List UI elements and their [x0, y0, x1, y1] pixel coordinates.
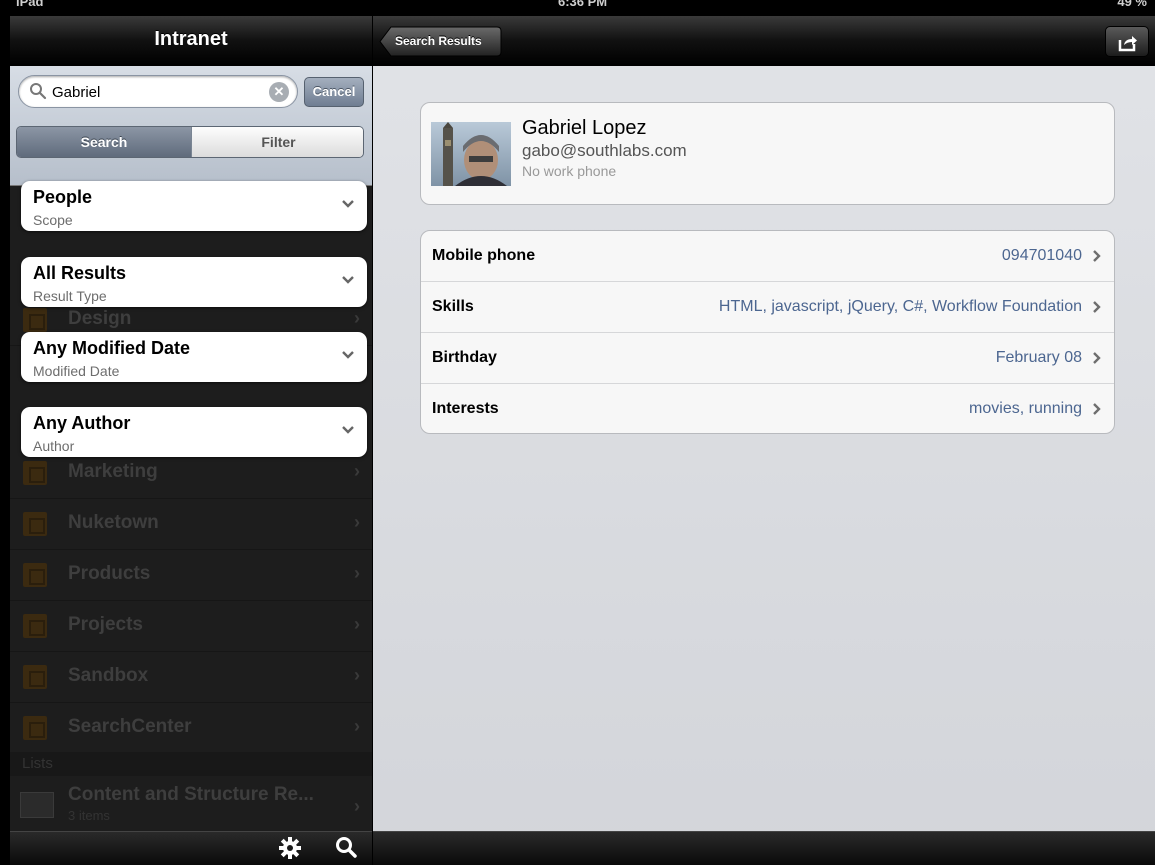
- master-title: Intranet: [154, 28, 228, 50]
- site-row-projects[interactable]: Projects ›: [10, 601, 372, 652]
- detail-pane: Search Results Gabriel Lopez gabo@southl…: [373, 16, 1155, 865]
- site-label: Products: [68, 563, 151, 584]
- detail-value: February 08: [995, 349, 1082, 366]
- clear-icon[interactable]: ✕: [269, 82, 289, 102]
- site-icon: [23, 308, 47, 332]
- detail-navigation-bar: Search Results: [373, 16, 1155, 66]
- master-pane: Intranet Design › Marketing › Nuketown ›…: [10, 16, 372, 865]
- filter-value: All Results: [33, 263, 127, 283]
- status-time: 6:36 PM: [558, 0, 608, 9]
- segment-search[interactable]: Search: [17, 127, 191, 157]
- site-row-searchcenter[interactable]: SearchCenter ›: [10, 703, 372, 754]
- filter-label: Result Type: [33, 288, 107, 304]
- site-label: Sandbox: [68, 665, 149, 686]
- detail-value: 094701040: [1001, 247, 1082, 264]
- avatar: [431, 122, 511, 186]
- filter-label: Author: [33, 438, 75, 454]
- site-icon: [23, 563, 47, 587]
- chevron-right-icon: ›: [354, 665, 360, 685]
- site-label: Design: [68, 308, 132, 329]
- detail-value: HTML, javascript, jQuery, C#, Workflow F…: [718, 298, 1082, 315]
- detail-value: movies, running: [969, 400, 1082, 417]
- search-input[interactable]: Gabriel ✕: [18, 75, 298, 108]
- chevron-right-icon: ›: [354, 563, 360, 583]
- filter-value: People: [33, 187, 93, 207]
- site-row-sandbox[interactable]: Sandbox ›: [10, 652, 372, 703]
- device-bezel: [0, 0, 10, 865]
- share-button[interactable]: [1105, 26, 1149, 57]
- status-carrier: iPad: [16, 0, 44, 9]
- search-value: Gabriel: [52, 84, 101, 101]
- detail-toolbar: [373, 831, 1155, 865]
- contact-email[interactable]: gabo@southlabs.com: [522, 141, 687, 161]
- chevron-right-icon: ›: [354, 716, 360, 736]
- list-icon: [20, 792, 54, 818]
- contact-details-table: Mobile phone 094701040 Skills HTML, java…: [420, 230, 1115, 434]
- chevron-down-icon: [342, 351, 354, 359]
- contact-card: Gabriel Lopez gabo@southlabs.com No work…: [420, 102, 1115, 205]
- filter-scope-dropdown[interactable]: People Scope: [21, 181, 367, 231]
- chevron-right-icon: ›: [354, 308, 360, 328]
- chevron-down-icon: [342, 200, 354, 208]
- gear-icon[interactable]: [278, 836, 302, 860]
- site-label: Projects: [68, 614, 143, 635]
- chevron-right-icon: [1093, 250, 1101, 262]
- list-row-content-structure[interactable]: Content and Structure Re... 3 items ›: [10, 776, 372, 832]
- detail-label: Birthday: [432, 349, 497, 366]
- chevron-right-icon: ›: [354, 614, 360, 634]
- filter-modified-date-dropdown[interactable]: Any Modified Date Modified Date: [21, 332, 367, 382]
- site-icon: [23, 665, 47, 689]
- detail-row-skills[interactable]: Skills HTML, javascript, jQuery, C#, Wor…: [421, 282, 1114, 333]
- segment-filter[interactable]: Filter: [191, 127, 363, 157]
- chevron-down-icon: [342, 426, 354, 434]
- chevron-down-icon: [342, 276, 354, 284]
- master-toolbar: [10, 831, 372, 865]
- site-label: Nuketown: [68, 512, 159, 533]
- site-row-products[interactable]: Products ›: [10, 550, 372, 601]
- site-label: Marketing: [68, 461, 158, 482]
- status-bar: iPad 6:36 PM 49 %: [10, 0, 1155, 16]
- back-button[interactable]: Search Results: [379, 26, 502, 57]
- filter-label: Scope: [33, 212, 73, 228]
- search-icon: [30, 83, 47, 100]
- site-icon: [23, 614, 47, 638]
- status-battery: 49 %: [1117, 0, 1147, 9]
- chevron-right-icon: ›: [354, 461, 360, 481]
- back-button-label: Search Results: [395, 34, 482, 48]
- chevron-right-icon: ›: [354, 796, 360, 816]
- list-label: Content and Structure Re...: [68, 784, 314, 805]
- contact-work-phone: No work phone: [522, 163, 617, 179]
- chevron-right-icon: ›: [354, 512, 360, 532]
- filter-value: Any Author: [33, 413, 131, 433]
- site-label: SearchCenter: [68, 716, 192, 737]
- detail-label: Skills: [432, 298, 474, 315]
- share-icon: [1118, 36, 1137, 52]
- search-filter-segmented-control: Search Filter: [16, 126, 364, 158]
- filter-author-dropdown[interactable]: Any Author Author: [21, 407, 367, 457]
- ipad-screen: iPad 6:36 PM 49 % Intranet Design › Mark…: [0, 0, 1155, 865]
- search-area: Gabriel ✕ Cancel Search Filter: [10, 66, 372, 186]
- contact-name: Gabriel Lopez: [522, 117, 647, 139]
- detail-row-mobile-phone[interactable]: Mobile phone 094701040: [421, 231, 1114, 282]
- chevron-right-icon: [1093, 352, 1101, 364]
- section-header-lists: Lists: [10, 752, 372, 776]
- chevron-right-icon: [1093, 403, 1101, 415]
- master-navigation-bar: Intranet: [10, 16, 372, 66]
- cancel-button[interactable]: Cancel: [304, 77, 364, 107]
- site-icon: [23, 461, 47, 485]
- list-subtitle: 3 items: [68, 808, 110, 823]
- site-icon: [23, 512, 47, 536]
- filter-label: Modified Date: [33, 363, 120, 379]
- filter-result-type-dropdown[interactable]: All Results Result Type: [21, 257, 367, 307]
- detail-label: Mobile phone: [432, 247, 536, 264]
- site-row-nuketown[interactable]: Nuketown ›: [10, 499, 372, 550]
- chevron-right-icon: [1093, 301, 1101, 313]
- site-icon: [23, 716, 47, 740]
- search-icon[interactable]: [334, 835, 358, 859]
- detail-label: Interests: [432, 400, 499, 417]
- filter-value: Any Modified Date: [33, 338, 191, 358]
- detail-row-interests[interactable]: Interests movies, running: [421, 384, 1114, 433]
- detail-row-birthday[interactable]: Birthday February 08: [421, 333, 1114, 384]
